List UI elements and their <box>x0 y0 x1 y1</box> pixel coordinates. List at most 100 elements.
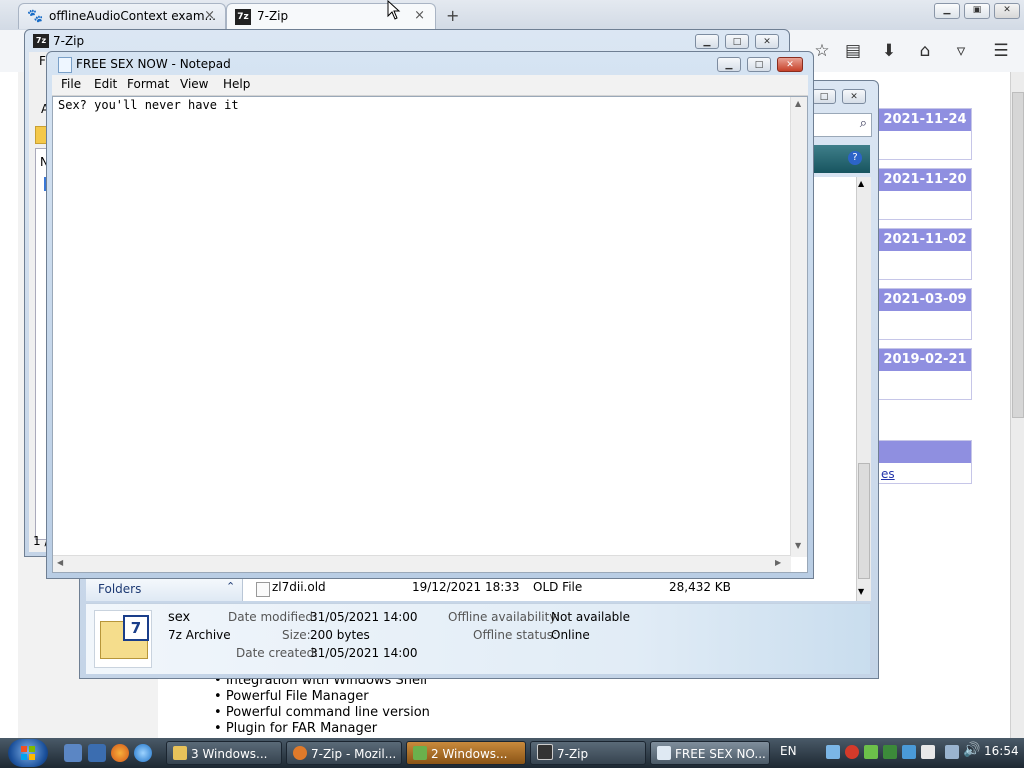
link-box: es <box>878 440 972 484</box>
feature-text: Powerful File Manager <box>225 689 369 704</box>
network-icon[interactable] <box>945 745 959 759</box>
date-label: 2021-11-20 <box>879 169 971 191</box>
home-icon[interactable]: ⌂ <box>914 41 936 61</box>
download-icon[interactable]: ⬇ <box>878 41 900 61</box>
horizontal-scrollbar[interactable]: ◀ ▶ <box>53 555 791 572</box>
tab-7zip[interactable]: 7z 7-Zip × <box>226 3 436 29</box>
minimize-icon[interactable]: ▁ <box>717 57 741 72</box>
date-modified-label: Date modified: <box>228 610 318 624</box>
close-icon[interactable]: ✕ <box>777 57 803 72</box>
7z-icon: 7 <box>123 615 149 641</box>
firefox-icon[interactable] <box>111 744 129 762</box>
date-box: 2021-03-09 <box>878 288 972 340</box>
command-bar: ? <box>810 145 870 173</box>
tray-app-icon[interactable] <box>864 745 878 759</box>
taskbar-label: 3 Windows... <box>191 747 268 761</box>
close-tab-icon[interactable]: × <box>414 8 425 23</box>
menu-edit[interactable]: Edit <box>94 77 117 91</box>
menu-icon[interactable]: ☰ <box>990 41 1012 61</box>
scroll-up-icon[interactable]: ▲ <box>858 179 864 188</box>
start-button[interactable] <box>8 739 48 767</box>
size-label: Size: <box>282 628 311 642</box>
tray-app-icon[interactable] <box>921 745 935 759</box>
maximize-icon[interactable]: □ <box>725 34 749 49</box>
close-icon[interactable]: ✕ <box>755 34 779 49</box>
network-tray-icon[interactable] <box>826 745 840 759</box>
menu-bar: File Edit Format View Help <box>52 75 808 96</box>
menu-file[interactable]: File <box>61 77 81 91</box>
taskbar-button-windows-group[interactable]: 2 Windows... <box>406 741 526 765</box>
paw-icon: 🐾 <box>27 9 44 24</box>
search-box[interactable]: ⌕ <box>810 113 872 137</box>
file-date: 19/12/2021 18:33 <box>412 580 520 594</box>
menu-help[interactable]: Help <box>223 77 250 91</box>
notepad-icon <box>657 746 671 760</box>
file-pane-scrollbar[interactable]: ▲ ▼ <box>856 177 871 601</box>
7z-icon: 7z <box>235 9 251 25</box>
clock[interactable]: 16:54 <box>984 744 1019 758</box>
page-link[interactable]: es <box>881 467 895 481</box>
firefox-icon <box>293 746 307 760</box>
scroll-up-icon[interactable]: ▲ <box>795 99 801 108</box>
taskbar-button-firefox[interactable]: 7-Zip - Mozil... <box>286 741 402 765</box>
taskbar-label: 7-Zip <box>557 747 589 761</box>
new-tab-button[interactable]: + <box>446 6 459 25</box>
date-label: 2021-11-02 <box>879 229 971 251</box>
table-row[interactable]: zl7dii.old 19/12/2021 18:33 OLD File 28,… <box>256 580 796 598</box>
date-label: 2019-02-21 <box>879 349 971 371</box>
feature-list-item: • Powerful command line version <box>214 705 430 720</box>
reading-list-icon[interactable]: ▤ <box>842 41 864 61</box>
taskbar-button-notepad[interactable]: FREE SEX NO... <box>650 741 770 765</box>
date-created-label: Date created: <box>236 646 319 660</box>
tab-offlineaudiocontext[interactable]: 🐾 offlineAudioContext exam... × <box>18 3 226 29</box>
date-modified-value: 31/05/2021 14:00 <box>310 610 418 624</box>
tab-label: offlineAudioContext exam... <box>49 9 216 23</box>
page-scrollbar-thumb[interactable] <box>1012 92 1024 418</box>
close-icon[interactable]: ✕ <box>842 89 866 104</box>
scroll-down-icon[interactable]: ▼ <box>858 587 864 596</box>
date-label: 2021-11-24 <box>879 109 971 131</box>
page-scrollbar[interactable] <box>1010 72 1024 738</box>
date-box: 2021-11-20 <box>878 168 972 220</box>
tab-label: 7-Zip <box>257 9 289 23</box>
restore-icon[interactable]: ▣ <box>964 3 990 19</box>
minimize-icon[interactable]: ▁ <box>934 3 960 19</box>
security-alert-icon[interactable] <box>845 745 859 759</box>
bookmark-star-icon[interactable]: ☆ <box>811 41 833 61</box>
scroll-right-icon[interactable]: ▶ <box>775 558 781 567</box>
minimize-icon[interactable]: ▁ <box>695 34 719 49</box>
detail-type: 7z Archive <box>168 628 231 642</box>
volume-icon[interactable]: 🔊 <box>963 742 980 758</box>
scroll-left-icon[interactable]: ◀ <box>57 558 63 567</box>
maximize-icon[interactable]: □ <box>747 57 771 72</box>
tray-app-icon[interactable] <box>902 745 916 759</box>
switch-windows-icon[interactable] <box>88 744 106 762</box>
menu-view[interactable]: View <box>180 77 208 91</box>
7z-icon: 7z <box>33 34 49 48</box>
taskbar-button-7zip[interactable]: 7-Zip <box>530 741 646 765</box>
show-desktop-icon[interactable] <box>64 744 82 762</box>
text-area[interactable]: Sex? you'll never have it ▲ ▼ ◀ ▶ <box>52 96 808 573</box>
date-box: 2021-11-24 <box>878 108 972 160</box>
help-icon[interactable]: ? <box>848 151 862 165</box>
size-value: 200 bytes <box>310 628 370 642</box>
internet-explorer-icon[interactable] <box>134 744 152 762</box>
window-title: 7-Zip <box>53 34 85 48</box>
folders-bar[interactable]: Folders ⌃ <box>86 579 243 601</box>
scroll-down-icon[interactable]: ▼ <box>795 541 801 550</box>
vertical-scrollbar[interactable]: ▲ ▼ <box>790 97 807 557</box>
search-icon[interactable]: ⌕ <box>860 116 867 131</box>
mouse-cursor-icon <box>387 0 401 20</box>
taskbar-button-explorer-group[interactable]: 3 Windows... <box>166 741 282 765</box>
close-tab-icon[interactable]: × <box>204 8 215 23</box>
maximize-icon[interactable]: □ <box>812 89 836 104</box>
details-pane: 7 sex 7z Archive Date modified: 31/05/20… <box>86 603 870 674</box>
menu-format[interactable]: Format <box>127 77 169 91</box>
file-name: zl7dii.old <box>272 580 326 594</box>
tray-app-icon[interactable] <box>883 745 897 759</box>
language-indicator[interactable]: EN <box>780 744 797 758</box>
pocket-icon[interactable]: ▿ <box>950 41 972 61</box>
close-window-icon[interactable]: ✕ <box>994 3 1020 19</box>
chevron-up-icon[interactable]: ⌃ <box>226 580 235 593</box>
scroll-thumb[interactable] <box>858 463 870 579</box>
